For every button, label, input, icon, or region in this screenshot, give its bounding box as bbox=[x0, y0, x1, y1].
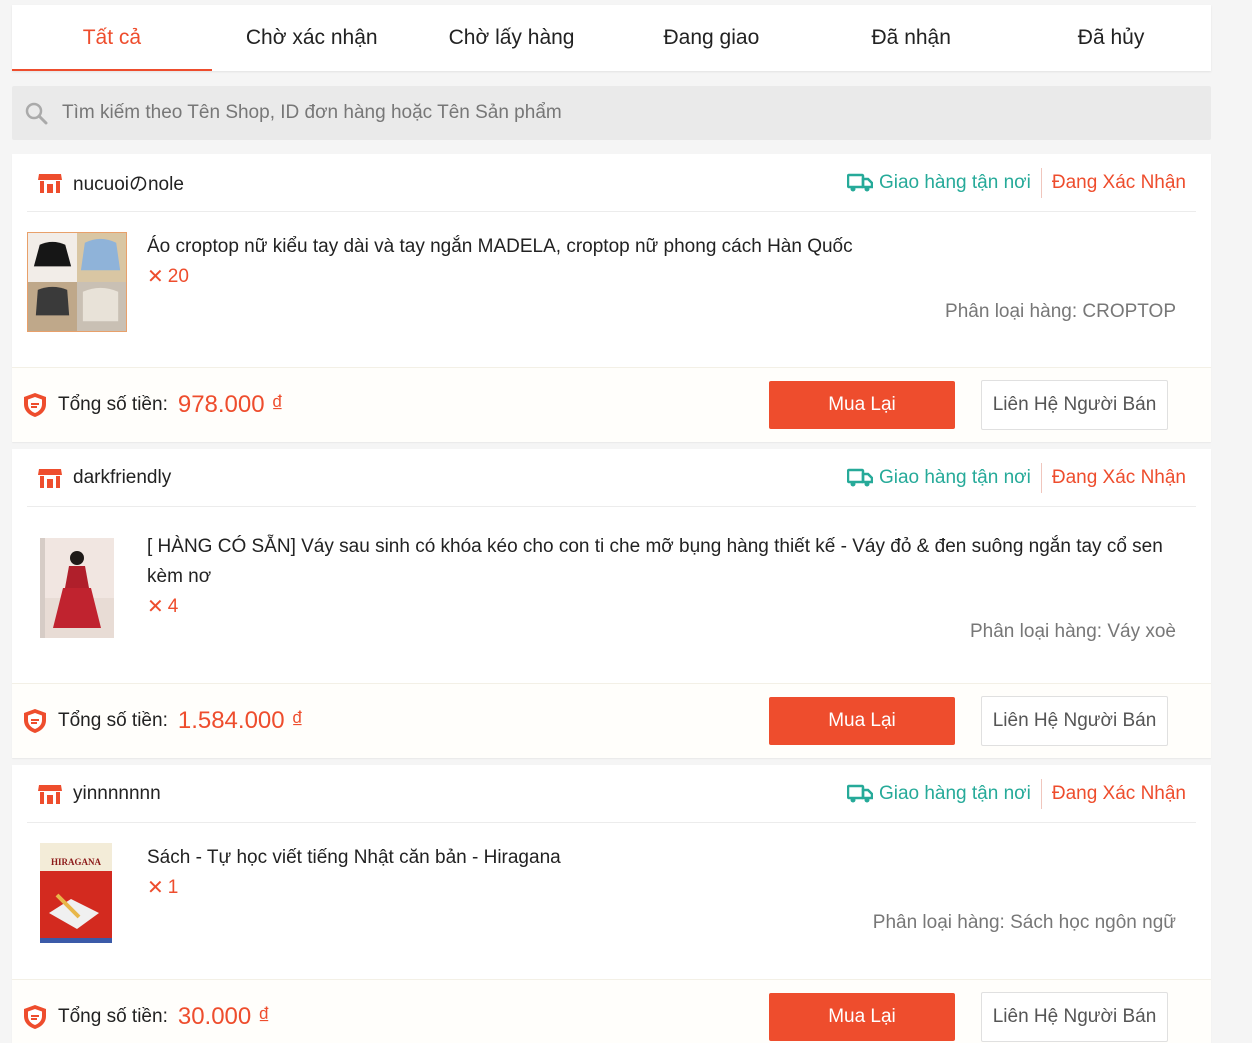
contact-seller-button[interactable]: Liên Hệ Người Bán bbox=[981, 992, 1168, 1042]
order-search-bar bbox=[12, 86, 1211, 140]
shipping-method: Giao hàng tận nơi bbox=[846, 466, 1041, 489]
book-cover-title: HIRAGANA bbox=[51, 857, 102, 867]
shipping-label: Giao hàng tận nơi bbox=[878, 466, 1031, 488]
order-header: nucuoiのnole Giao hàng tận nơi Đang Xác N… bbox=[27, 154, 1196, 212]
tab-received[interactable]: Đã nhận bbox=[811, 5, 1011, 71]
product-variant: Phân loại hàng: Váy xoè bbox=[970, 621, 1176, 642]
contact-seller-button[interactable]: Liên Hệ Người Bán bbox=[981, 696, 1168, 746]
shop-icon bbox=[38, 173, 62, 193]
multiply-icon: ✕ bbox=[147, 596, 164, 618]
order-status: Giao hàng tận nơi Đang Xác Nhận bbox=[846, 462, 1186, 493]
product-name: Áo croptop nữ kiểu tay dài và tay ngắn M… bbox=[147, 236, 853, 257]
order-footer: Tổng số tiền: 978.000 ₫ Mua Lại Liên Hệ … bbox=[12, 367, 1211, 442]
orders-page: Tất cả Chờ xác nhận Chờ lấy hàng Đang gi… bbox=[12, 5, 1211, 1043]
item-info: Sách - Tự học viết tiếng Nhật căn bản - … bbox=[147, 843, 1196, 979]
product-image bbox=[27, 538, 127, 638]
order-tabs: Tất cả Chờ xác nhận Chờ lấy hàng Đang gi… bbox=[12, 5, 1211, 71]
total-amount: 1.584.000 ₫ bbox=[177, 707, 304, 734]
status-label: Đang Xác Nhận bbox=[1051, 171, 1186, 193]
shield-icon bbox=[24, 709, 46, 733]
shop-info[interactable]: nucuoiのnole bbox=[37, 169, 184, 196]
truck-icon bbox=[846, 784, 873, 802]
product-thumbnail: HIRAGANA bbox=[27, 843, 127, 943]
shield-icon bbox=[24, 393, 46, 417]
truck-icon bbox=[846, 173, 873, 191]
status-divider bbox=[1040, 167, 1042, 198]
order-card: darkfriendly Giao hàng tận nơi Đang Xác … bbox=[12, 449, 1211, 758]
product-quantity: ✕ 4 bbox=[147, 592, 1196, 622]
shop-name: darkfriendly bbox=[73, 466, 172, 488]
buy-again-button[interactable]: Mua Lại bbox=[769, 381, 955, 429]
multiply-icon: ✕ bbox=[147, 266, 164, 288]
shipping-method: Giao hàng tận nơi bbox=[846, 782, 1041, 805]
product-name: [ HÀNG CÓ SẴN] Váy sau sinh có khóa kéo … bbox=[147, 536, 1163, 587]
order-header: darkfriendly Giao hàng tận nơi Đang Xác … bbox=[27, 449, 1196, 507]
shield-icon bbox=[24, 1005, 46, 1029]
quantity-value: 20 bbox=[167, 266, 189, 287]
status-label: Đang Xác Nhận bbox=[1051, 466, 1186, 488]
total-label: Tổng số tiền: bbox=[58, 710, 168, 731]
total-label: Tổng số tiền: bbox=[58, 1006, 168, 1027]
item-info: Áo croptop nữ kiểu tay dài và tay ngắn M… bbox=[147, 232, 1196, 367]
contact-seller-button[interactable]: Liên Hệ Người Bán bbox=[981, 380, 1168, 430]
item-info: [ HÀNG CÓ SẴN] Váy sau sinh có khóa kéo … bbox=[147, 527, 1196, 683]
order-status: Giao hàng tận nơi Đang Xác Nhận bbox=[846, 778, 1186, 809]
shipping-label: Giao hàng tận nơi bbox=[878, 782, 1031, 804]
shipping-method: Giao hàng tận nơi bbox=[846, 171, 1041, 194]
order-header: yinnnnnnn Giao hàng tận nơi Đang Xác Nhậ… bbox=[27, 765, 1196, 823]
order-footer: Tổng số tiền: 30.000 ₫ Mua Lại Liên Hệ N… bbox=[12, 979, 1211, 1043]
tab-awaiting-pickup[interactable]: Chờ lấy hàng bbox=[412, 5, 612, 71]
buy-again-button[interactable]: Mua Lại bbox=[769, 697, 955, 745]
shop-name: yinnnnnnn bbox=[73, 782, 161, 804]
total-label: Tổng số tiền: bbox=[58, 394, 168, 415]
quantity-value: 4 bbox=[167, 596, 179, 617]
buy-again-button[interactable]: Mua Lại bbox=[769, 993, 955, 1041]
shop-icon bbox=[38, 784, 62, 804]
product-variant: Phân loại hàng: CROPTOP bbox=[945, 301, 1176, 322]
tab-awaiting-confirmation[interactable]: Chờ xác nhận bbox=[212, 5, 412, 71]
order-item[interactable]: Áo croptop nữ kiểu tay dài và tay ngắn M… bbox=[27, 212, 1196, 367]
status-divider bbox=[1040, 778, 1042, 809]
product-thumbnail bbox=[27, 232, 127, 332]
status-divider bbox=[1040, 462, 1042, 493]
total-amount: 978.000 ₫ bbox=[177, 391, 284, 418]
order-status: Giao hàng tận nơi Đang Xác Nhận bbox=[846, 167, 1186, 198]
multiply-icon: ✕ bbox=[147, 877, 164, 899]
order-item[interactable]: HIRAGANA Sách - Tự học viết tiếng Nhật c… bbox=[27, 823, 1196, 979]
status-label: Đang Xác Nhận bbox=[1051, 782, 1186, 804]
order-footer: Tổng số tiền: 1.584.000 ₫ Mua Lại Liên H… bbox=[12, 683, 1211, 758]
total-amount: 30.000 ₫ bbox=[177, 1003, 271, 1030]
order-item[interactable]: [ HÀNG CÓ SẴN] Váy sau sinh có khóa kéo … bbox=[27, 507, 1196, 683]
product-image bbox=[28, 233, 126, 331]
order-card: nucuoiのnole Giao hàng tận nơi Đang Xác N… bbox=[12, 154, 1211, 442]
tab-all[interactable]: Tất cả bbox=[12, 5, 212, 71]
shop-info[interactable]: yinnnnnnn bbox=[37, 783, 161, 805]
shop-info[interactable]: darkfriendly bbox=[37, 467, 171, 489]
tab-cancelled[interactable]: Đã hủy bbox=[1011, 5, 1211, 71]
tab-shipping[interactable]: Đang giao bbox=[611, 5, 811, 71]
search-icon bbox=[25, 102, 48, 125]
order-card: yinnnnnnn Giao hàng tận nơi Đang Xác Nhậ… bbox=[12, 765, 1211, 1043]
product-thumbnail bbox=[27, 538, 127, 638]
shop-icon bbox=[38, 468, 62, 488]
product-quantity: ✕ 20 bbox=[147, 262, 1196, 292]
product-quantity: ✕ 1 bbox=[147, 873, 1196, 903]
product-image: HIRAGANA bbox=[27, 843, 127, 943]
search-input[interactable] bbox=[62, 102, 962, 124]
product-name: Sách - Tự học viết tiếng Nhật căn bản - … bbox=[147, 847, 561, 868]
shop-name: nucuoiのnole bbox=[73, 174, 184, 195]
shipping-label: Giao hàng tận nơi bbox=[878, 171, 1031, 193]
product-variant: Phân loại hàng: Sách học ngôn ngữ bbox=[872, 912, 1176, 933]
quantity-value: 1 bbox=[167, 877, 179, 898]
truck-icon bbox=[846, 468, 873, 486]
